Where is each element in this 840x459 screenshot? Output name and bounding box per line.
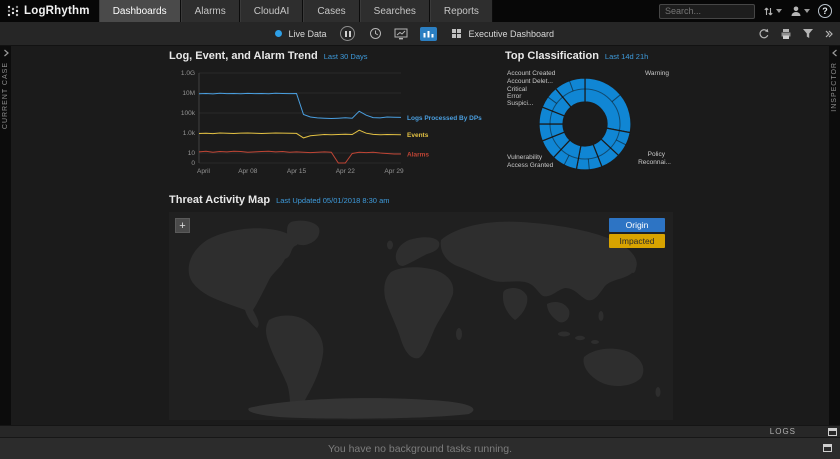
svg-text:Apr 08: Apr 08 (238, 168, 258, 175)
donut-label-policy: Policy (648, 151, 665, 158)
background-tasks-icon[interactable] (823, 444, 832, 452)
svg-text:Logs Processed By DPs: Logs Processed By DPs (407, 115, 482, 122)
dashboard-selector[interactable]: Executive Dashboard (451, 28, 554, 39)
donut-label-account-created: Account Created (507, 70, 555, 77)
svg-text:1.0k: 1.0k (183, 130, 196, 137)
classification-panel-title: Top Classification (505, 50, 599, 62)
inspector-label: INSPECTOR (831, 62, 838, 112)
logs-collapsed-bar[interactable]: LOGS (0, 425, 840, 437)
trend-panel-title: Log, Event, and Alarm Trend (169, 50, 318, 62)
toolbar-right-icons (758, 28, 840, 40)
top-navigation-bar: LogRhythm Dashboards Alarms CloudAI Case… (0, 0, 840, 22)
pause-button[interactable] (340, 26, 355, 41)
tab-searches[interactable]: Searches (360, 0, 430, 22)
printer-icon (780, 28, 792, 40)
logo-text: LogRhythm (24, 5, 90, 17)
svg-text:1.0G: 1.0G (181, 70, 195, 77)
legend-impacted-button[interactable]: Impacted (609, 234, 665, 248)
logrhythm-logo: LogRhythm (0, 0, 99, 22)
grid-icon (451, 28, 462, 39)
dashboard-toolbar: Live Data (0, 22, 840, 46)
clock-icon (369, 27, 382, 40)
logrhythm-logo-icon (7, 4, 20, 18)
live-data-indicator-icon (275, 30, 282, 37)
collapse-panel-button[interactable] (824, 29, 834, 39)
svg-text:100k: 100k (181, 110, 196, 117)
undo-icon (758, 28, 770, 40)
sort-icon (763, 6, 774, 17)
chevron-right-icon (2, 49, 10, 57)
donut-label-warning: Warning (645, 70, 669, 77)
svg-text:Apr 22: Apr 22 (336, 168, 356, 175)
live-data-label: Live Data (288, 29, 326, 39)
tab-alarms[interactable]: Alarms (181, 0, 240, 22)
donut-label-suspicious: Suspici... (507, 100, 533, 107)
history-button[interactable] (369, 27, 382, 40)
tab-reports[interactable]: Reports (430, 0, 493, 22)
search-input[interactable] (659, 4, 755, 19)
svg-text:Apr 15: Apr 15 (287, 168, 307, 175)
reset-button[interactable] (758, 28, 770, 40)
help-icon[interactable]: ? (818, 4, 832, 18)
svg-text:10M: 10M (182, 90, 195, 97)
threat-map-panel: Threat Activity Map Last Updated 05/01/2… (169, 194, 673, 420)
map-panel-title: Threat Activity Map (169, 194, 270, 206)
svg-text:Apr 29: Apr 29 (384, 168, 404, 175)
tab-dashboards[interactable]: Dashboards (99, 0, 181, 22)
filter-funnel-icon (802, 28, 814, 39)
main-tabs: Dashboards Alarms CloudAI Cases Searches… (99, 0, 493, 22)
inspector-panel-toggle[interactable]: INSPECTOR (829, 46, 840, 425)
expand-logs-panel-icon[interactable] (828, 428, 837, 436)
tab-cases[interactable]: Cases (303, 0, 359, 22)
dashboard-content: Log, Event, and Alarm Trend Last 30 Days… (11, 46, 829, 425)
trend-panel: Log, Event, and Alarm Trend Last 30 Days… (169, 50, 501, 192)
user-menu-button[interactable] (790, 5, 810, 17)
legend-origin-button[interactable]: Origin (609, 218, 665, 232)
donut-label-access-granted: Access Granted (507, 162, 553, 169)
donut-label-reconnaissance: Reconnai... (638, 159, 671, 166)
sort-menu-button[interactable] (763, 6, 782, 17)
live-data-group: Live Data (275, 29, 326, 39)
map-zoom-in-button[interactable]: + (175, 218, 190, 233)
tab-cloudai[interactable]: CloudAI (240, 0, 304, 22)
classification-donut-wrap: Account Created Account Delet... Critica… (505, 67, 673, 185)
print-button[interactable] (780, 28, 792, 40)
classification-panel-range: Last 14d 21h (605, 52, 648, 61)
chart-view-icon (394, 28, 408, 40)
current-case-label: CURRENT CASE (2, 62, 9, 129)
chevron-down-icon (776, 9, 782, 13)
map-panel-range: Last Updated 05/01/2018 8:30 am (276, 196, 389, 205)
status-bar: You have no background tasks running. (0, 437, 840, 459)
map-legend: Origin Impacted (609, 218, 665, 248)
main-area: CURRENT CASE Log, Event, and Alarm Trend… (0, 46, 840, 425)
svg-text:10: 10 (188, 150, 196, 157)
donut-label-critical: Critical (507, 86, 527, 93)
donut-label-account-deleted: Account Delet... (507, 78, 553, 85)
chevron-down-icon (804, 9, 810, 13)
world-map-graphic (169, 212, 673, 420)
dashboard-view-button-selected[interactable] (420, 27, 437, 41)
current-case-panel-toggle[interactable]: CURRENT CASE (0, 46, 11, 425)
status-message: You have no background tasks running. (328, 443, 512, 455)
double-chevron-right-icon (824, 29, 834, 39)
chart-view-button[interactable] (394, 28, 408, 40)
donut-label-error: Error (507, 93, 521, 100)
svg-text:Events: Events (407, 132, 429, 139)
dashboard-selector-label: Executive Dashboard (468, 29, 554, 39)
classification-panel: Top Classification Last 14d 21h Account … (505, 50, 673, 192)
user-icon (790, 5, 802, 17)
world-map[interactable]: + Origin Impacted (169, 212, 673, 420)
svg-text:April: April (197, 168, 211, 175)
topbar-right-controls: ? (659, 0, 840, 22)
trend-panel-range: Last 30 Days (324, 52, 368, 61)
dashboard-view-icon (422, 29, 435, 39)
logs-bar-label[interactable]: LOGS (770, 427, 796, 436)
filter-button[interactable] (802, 28, 814, 39)
svg-text:Alarms: Alarms (407, 152, 429, 159)
trend-chart: 1.0G 10M 100k 1.0k 10 0April Apr 08 Apr 15 Apr 2… (169, 65, 501, 177)
donut-label-vulnerability: Vulnerability (507, 154, 542, 161)
chevron-left-icon (831, 49, 839, 57)
svg-text:0: 0 (191, 160, 195, 167)
